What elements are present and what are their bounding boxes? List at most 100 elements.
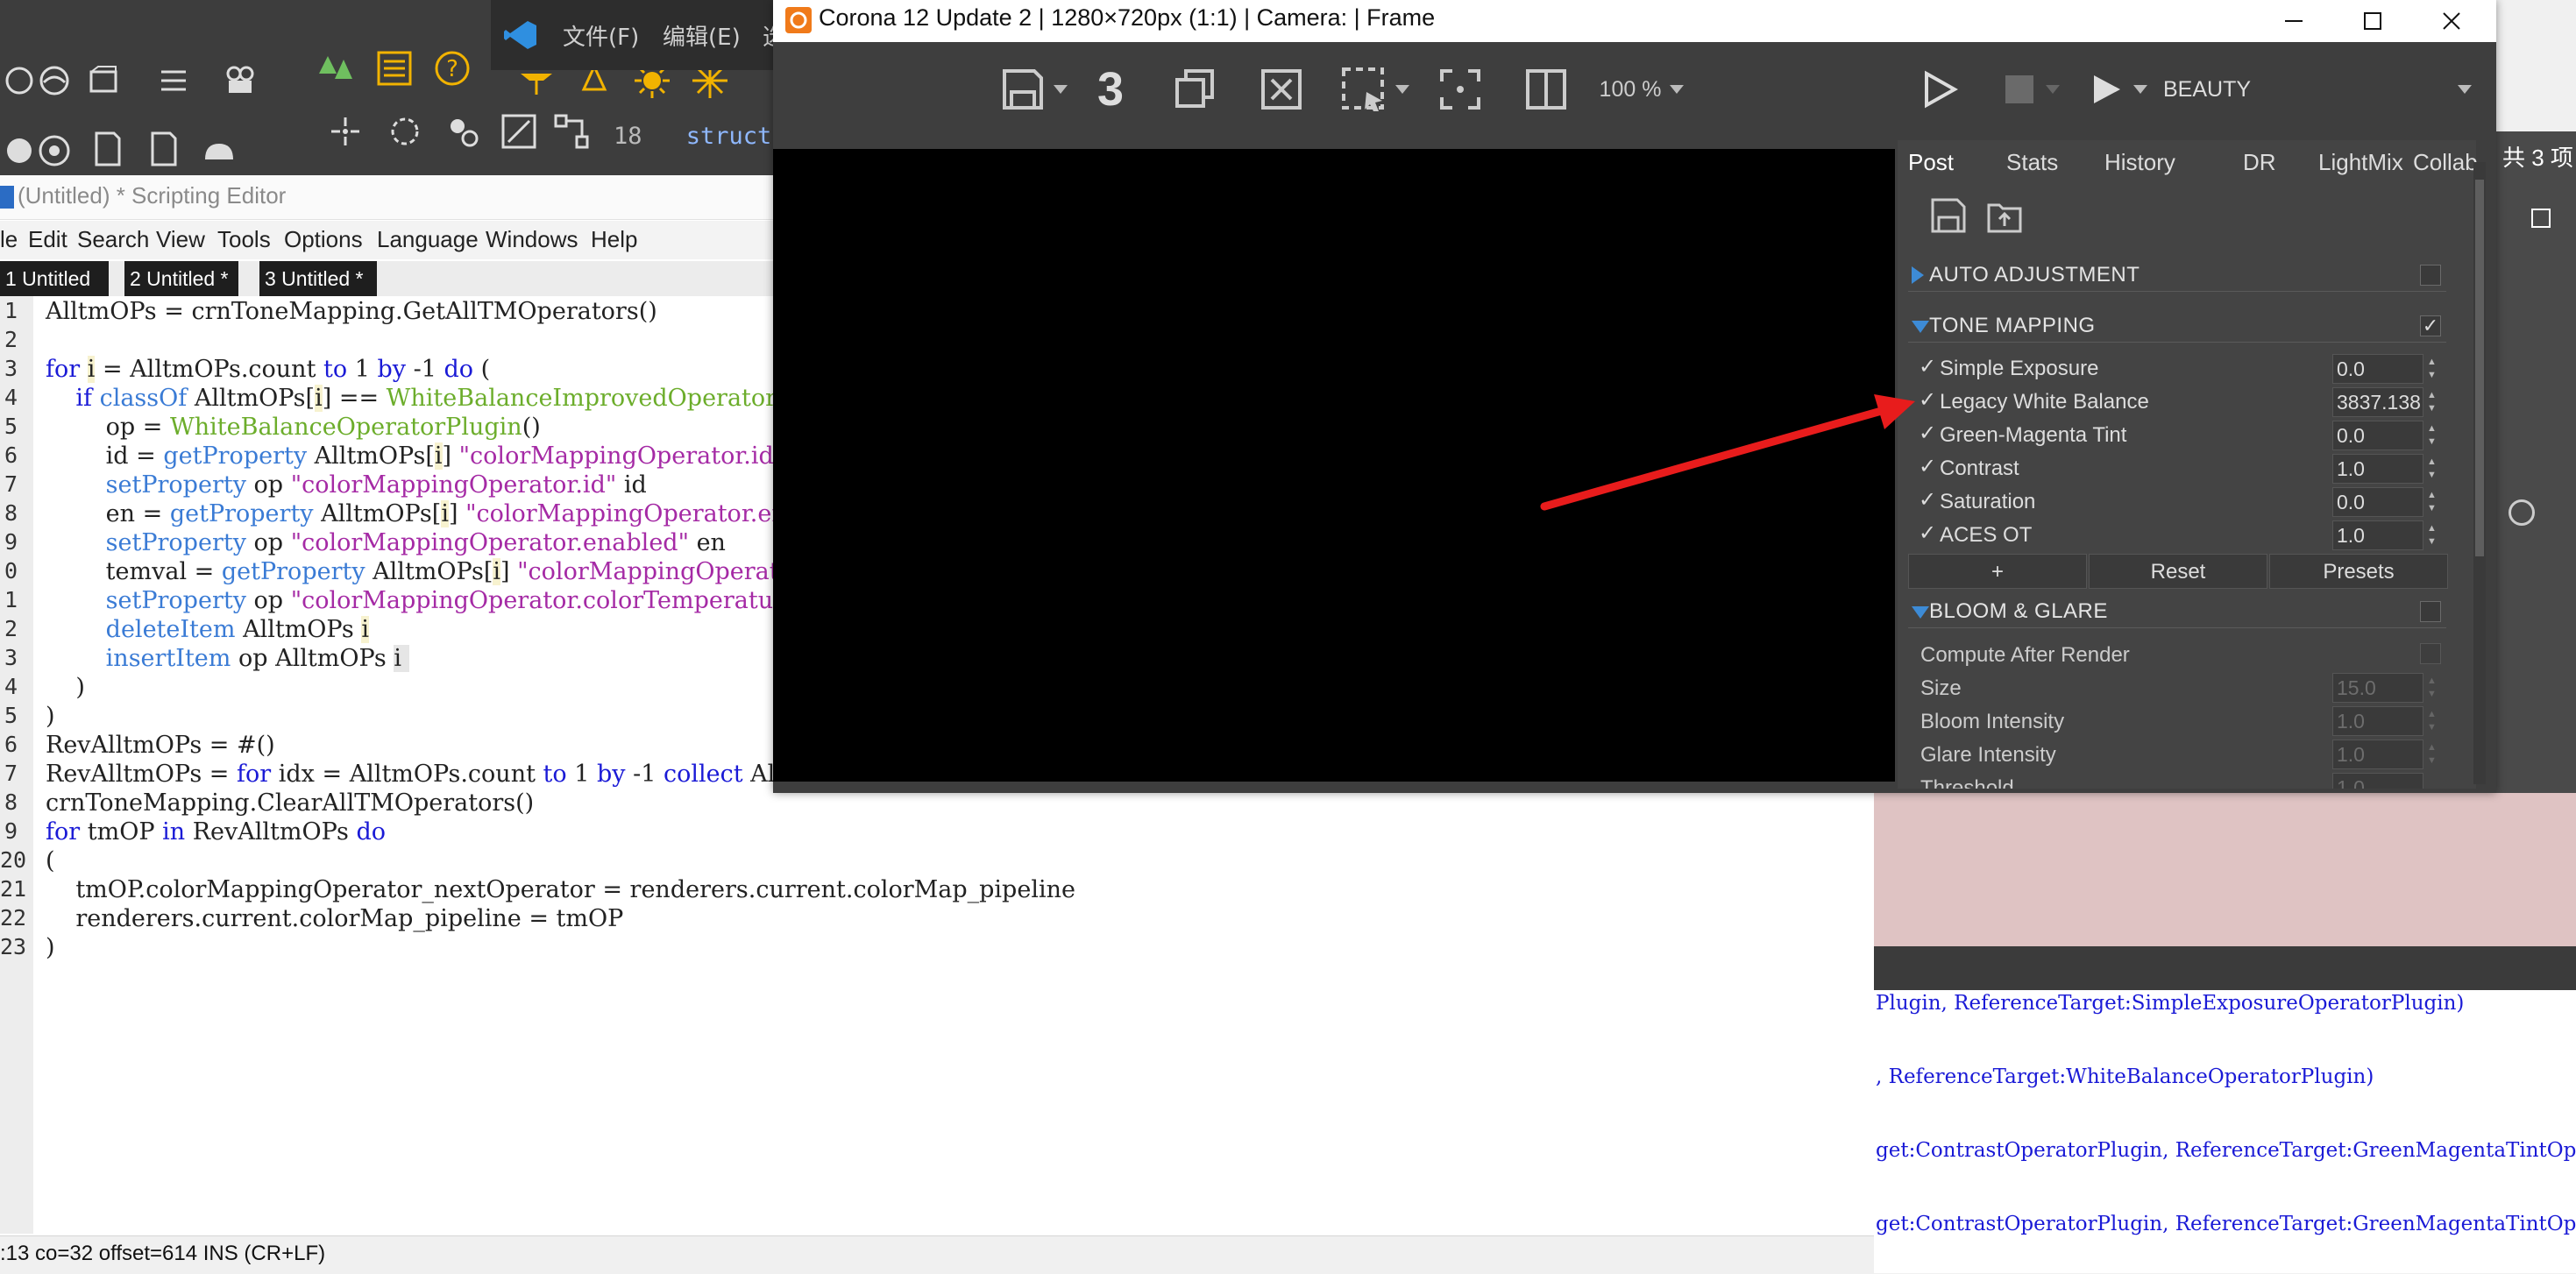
spinner-arrows-icon[interactable]: ▲ ▼: [2427, 456, 2438, 482]
stop-dropdown-icon[interactable]: [2042, 63, 2063, 116]
operator-enabled-check[interactable]: ✓: [1919, 421, 1936, 446]
spinner-arrows-icon[interactable]: ▲ ▼: [2427, 708, 2438, 734]
operator-row[interactable]: ✓ Legacy White Balance 3837.138 ▲ ▼: [1908, 386, 2446, 419]
operator-value-input[interactable]: 1.0: [2332, 520, 2423, 550]
operator-row[interactable]: ✓ Saturation 0.0 ▲ ▼: [1908, 485, 2446, 519]
notes-icon[interactable]: [375, 49, 414, 88]
tab-post[interactable]: Post: [1908, 140, 1954, 184]
spinner-arrows-icon[interactable]: ▲ ▼: [2427, 389, 2438, 415]
tone-mapping-checkbox[interactable]: ✓: [2420, 315, 2441, 336]
clear-icon[interactable]: [1255, 63, 1308, 116]
spinner-arrows-icon[interactable]: ▲ ▼: [2427, 675, 2438, 701]
bloom-glare-header[interactable]: BLOOM & GLARE: [1908, 598, 2446, 628]
maximize-icon[interactable]: [2531, 209, 2551, 228]
bloom-value-input[interactable]: 15.0: [2332, 673, 2423, 703]
operator-value-input[interactable]: 1.0: [2332, 454, 2423, 484]
focus-icon[interactable]: [1432, 63, 1488, 116]
toolbar-tool-icon[interactable]: [0, 61, 39, 100]
maximize-button[interactable]: [2333, 0, 2412, 42]
help-icon[interactable]: ?: [433, 49, 472, 88]
menu-tools[interactable]: Tools: [217, 226, 271, 253]
tab-dr[interactable]: DR: [2243, 140, 2276, 184]
tree-icon[interactable]: [317, 53, 356, 91]
tab-history[interactable]: History: [2104, 140, 2175, 184]
toolbar-tool-icon[interactable]: [0, 131, 39, 170]
interactive-play-icon[interactable]: [2083, 63, 2130, 116]
menu-options[interactable]: Options: [284, 226, 363, 253]
split-view-icon[interactable]: [1518, 63, 1574, 116]
bloom-value-input[interactable]: 1.0: [2332, 706, 2423, 736]
region-dropdown-icon[interactable]: [1392, 63, 1413, 116]
teapot-icon[interactable]: [200, 131, 238, 170]
tab-stats[interactable]: Stats: [2006, 140, 2058, 184]
menu-view[interactable]: View: [156, 226, 205, 253]
tab-lightmix[interactable]: LightMix: [2318, 140, 2403, 184]
bloom-value-input[interactable]: 1.0: [2332, 740, 2423, 769]
operator-enabled-check[interactable]: ✓: [1919, 520, 1936, 546]
spinner-arrows-icon[interactable]: ▲ ▼: [2427, 741, 2438, 768]
operator-value-input[interactable]: 0.0: [2332, 354, 2423, 384]
teapot-box-icon[interactable]: [84, 61, 123, 100]
script-icon[interactable]: [88, 130, 126, 168]
add-operator-button[interactable]: +: [1908, 554, 2087, 589]
camera-icon[interactable]: [224, 61, 262, 100]
render-viewport[interactable]: [773, 149, 1895, 782]
editor-tab-3[interactable]: 3 Untitled *: [259, 261, 377, 296]
copy-icon[interactable]: [1169, 63, 1222, 116]
menu-search[interactable]: Search: [77, 226, 149, 253]
auto-adjustment-checkbox[interactable]: [2420, 265, 2441, 286]
close-button[interactable]: [2412, 0, 2491, 42]
editor-tab-2[interactable]: 2 Untitled *: [124, 261, 238, 296]
menu-edit[interactable]: Edit: [28, 226, 67, 253]
graph-icon[interactable]: [552, 112, 591, 151]
operator-enabled-check[interactable]: ✓: [1919, 354, 1936, 379]
toolbar-tool-icon[interactable]: [35, 61, 74, 100]
auto-adjustment-header[interactable]: AUTO ADJUSTMENT: [1908, 261, 2446, 292]
spinner-arrows-icon[interactable]: ▲ ▼: [2427, 522, 2438, 549]
spinner-arrows-icon[interactable]: ▲ ▼: [2427, 489, 2438, 515]
operator-value-input[interactable]: 3837.138: [2332, 387, 2423, 417]
operator-row[interactable]: ✓ Green-Magenta Tint 0.0 ▲ ▼: [1908, 419, 2446, 452]
reset-button[interactable]: Reset: [2089, 554, 2267, 589]
tab-collab[interactable]: Collab: [2413, 140, 2478, 184]
stereo-number[interactable]: 3: [1080, 63, 1141, 116]
compute-after-render-checkbox[interactable]: [2420, 643, 2441, 664]
tone-mapping-header[interactable]: TONE MAPPING ✓: [1908, 312, 2446, 343]
play-dropdown-icon[interactable]: [2130, 63, 2151, 116]
operator-enabled-check[interactable]: ✓: [1919, 454, 1936, 479]
maxscript-listener[interactable]: Plugin, ReferenceTarget:SimpleExposureOp…: [1874, 990, 2576, 1273]
operator-value-input[interactable]: 0.0: [2332, 421, 2423, 450]
bloom-value-input[interactable]: 1.0: [2332, 773, 2423, 789]
bloom-glare-checkbox[interactable]: [2420, 601, 2441, 622]
minimize-button[interactable]: [2254, 0, 2333, 42]
presets-button[interactable]: Presets: [2269, 554, 2448, 589]
zoom-level[interactable]: 100 %: [1593, 63, 1690, 116]
operator-row[interactable]: ✓ Simple Exposure 0.0 ▲ ▼: [1908, 352, 2446, 386]
transform-icon[interactable]: [386, 112, 424, 151]
list-icon[interactable]: [154, 61, 193, 100]
render-pass-select[interactable]: BEAUTY: [2156, 63, 2472, 116]
save-dropdown-icon[interactable]: [1050, 63, 1071, 116]
vscode-menu-edit[interactable]: 编辑(E): [663, 19, 741, 52]
edit-icon[interactable]: [500, 112, 538, 151]
spinner-arrows-icon[interactable]: ▲ ▼: [2427, 422, 2438, 449]
render-play-icon[interactable]: [1912, 63, 1965, 116]
operator-enabled-check[interactable]: ✓: [1919, 387, 1936, 413]
script-icon[interactable]: [144, 130, 182, 168]
menu-help[interactable]: Help: [591, 226, 637, 253]
operator-row[interactable]: ✓ Contrast 1.0 ▲ ▼: [1908, 452, 2446, 485]
operator-enabled-check[interactable]: ✓: [1919, 487, 1936, 513]
toggle-icon[interactable]: [2509, 499, 2535, 526]
editor-tab-1[interactable]: 1 Untitled *: [0, 261, 109, 325]
load-settings-icon[interactable]: [1985, 196, 2024, 239]
operator-row[interactable]: ✓ ACES OT 1.0 ▲ ▼: [1908, 519, 2446, 552]
stop-icon[interactable]: [1993, 63, 2046, 116]
spinner-arrows-icon[interactable]: ▲ ▼: [2427, 356, 2438, 382]
operator-value-input[interactable]: 0.0: [2332, 487, 2423, 517]
menu-file[interactable]: le: [0, 226, 18, 253]
region-select-icon[interactable]: [1336, 63, 1392, 116]
toolbar-tool-icon[interactable]: [35, 131, 74, 170]
panel-scroll-thumb[interactable]: [2475, 180, 2484, 556]
transform-icon[interactable]: [326, 112, 365, 151]
transform-icon[interactable]: [444, 112, 482, 151]
